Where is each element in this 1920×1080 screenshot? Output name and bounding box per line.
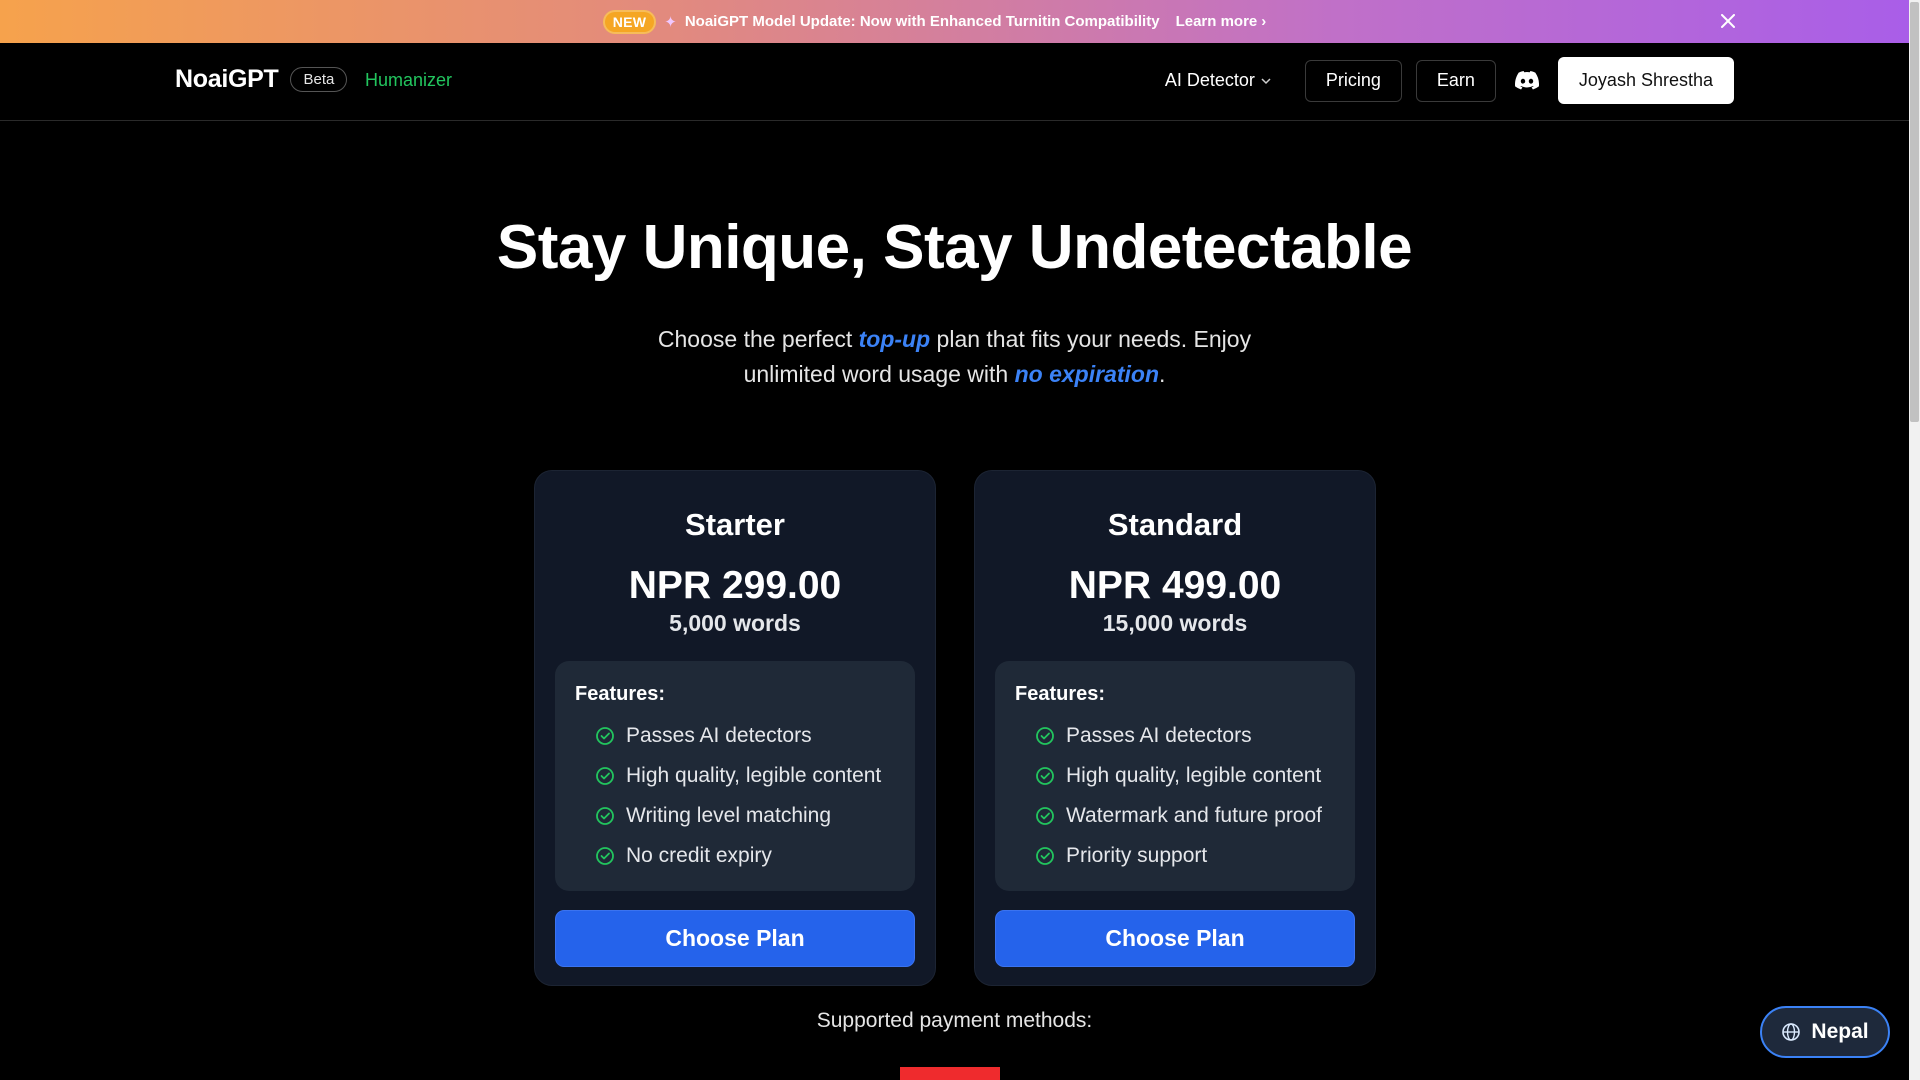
check-circle-icon xyxy=(1036,727,1054,745)
beta-badge: Beta xyxy=(290,67,348,92)
chevron-down-icon xyxy=(1261,74,1271,88)
feature-text: Priority support xyxy=(1066,844,1208,867)
top-nav: NoaiGPT Beta Humanizer AI Detector Prici… xyxy=(0,43,1909,121)
page-subtitle: Choose the perfect top-up plan that fits… xyxy=(0,322,1909,392)
learn-more-link[interactable]: Learn more › xyxy=(1176,13,1267,30)
list-item: Passes AI detectors xyxy=(1035,716,1322,756)
ai-detector-label: AI Detector xyxy=(1164,70,1255,90)
choose-plan-button[interactable]: Choose Plan xyxy=(995,910,1355,967)
sparkle-icon: ✦ xyxy=(664,13,677,31)
feature-list: Passes AI detectors High quality, legibl… xyxy=(1035,716,1322,876)
plan-words: 15,000 words xyxy=(1102,610,1248,636)
feature-text: High quality, legible content xyxy=(1066,764,1322,787)
scrollbar-thumb[interactable] xyxy=(1910,2,1919,422)
brand-logo-text[interactable]: NoaiGPT xyxy=(175,65,279,94)
subtitle-text: . xyxy=(1159,361,1166,387)
plan-price: NPR 299.00 xyxy=(628,564,842,607)
plan-price: NPR 499.00 xyxy=(1068,564,1282,607)
banner-text: NoaiGPT Model Update: Now with Enhanced … xyxy=(684,13,1160,30)
subtitle-highlight-topup: top-up xyxy=(858,326,931,352)
plan-name: Starter xyxy=(685,507,785,542)
pricing-button[interactable]: Pricing xyxy=(1304,59,1402,102)
feature-text: Passes AI detectors xyxy=(1066,724,1252,747)
feature-text: Watermark and future proof xyxy=(1066,804,1322,827)
check-circle-icon xyxy=(1036,847,1054,865)
check-circle-icon xyxy=(596,847,614,865)
payment-methods-label: Supported payment methods: xyxy=(816,1009,1093,1032)
subtitle-text: unlimited word usage with xyxy=(743,361,1015,387)
list-item: Writing level matching xyxy=(595,796,881,836)
list-item: Priority support xyxy=(1035,836,1322,876)
subtitle-text: plan that fits your needs. Enjoy xyxy=(930,326,1252,352)
nav-actions: AI Detector Pricing Earn Joyash Shrestha xyxy=(1165,57,1734,104)
features-box: Features: Passes AI detectors High quali… xyxy=(995,661,1355,891)
check-circle-icon xyxy=(596,807,614,825)
feature-text: No credit expiry xyxy=(626,844,772,867)
feature-list: Passes AI detectors High quality, legibl… xyxy=(595,716,881,876)
plan-words: 5,000 words xyxy=(669,610,801,636)
features-title: Features: xyxy=(575,683,666,705)
region-selector-button[interactable]: Nepal xyxy=(1760,1006,1890,1058)
subtitle-highlight-expiration: no expiration xyxy=(1014,361,1160,387)
globe-icon xyxy=(1782,1023,1801,1041)
nav-link-humanizer[interactable]: Humanizer xyxy=(365,70,452,91)
payment-method-logo xyxy=(900,1067,1000,1080)
check-circle-icon xyxy=(596,767,614,785)
list-item: High quality, legible content xyxy=(1035,756,1322,796)
new-badge: NEW xyxy=(602,9,657,34)
list-item: No credit expiry xyxy=(595,836,881,876)
list-item: Watermark and future proof xyxy=(1035,796,1322,836)
plan-card-standard: Standard NPR 499.00 15,000 words Feature… xyxy=(974,470,1376,986)
choose-plan-button[interactable]: Choose Plan xyxy=(555,910,915,967)
list-item: Passes AI detectors xyxy=(595,716,881,756)
learn-more-label: Learn more xyxy=(1175,13,1258,30)
brand[interactable]: NoaiGPT Beta xyxy=(175,65,348,94)
earn-button[interactable]: Earn xyxy=(1415,59,1496,102)
features-box: Features: Passes AI detectors High quali… xyxy=(555,661,915,891)
plan-card-starter: Starter NPR 299.00 5,000 words Features:… xyxy=(534,470,936,986)
subtitle-text: Choose the perfect xyxy=(657,326,859,352)
feature-text: High quality, legible content xyxy=(626,764,882,787)
page-title: Stay Unique, Stay Undetectable xyxy=(496,213,1413,282)
plan-name: Standard xyxy=(1107,507,1243,542)
region-label: Nepal xyxy=(1811,1020,1869,1043)
close-icon[interactable] xyxy=(1717,10,1739,32)
scrollbar[interactable] xyxy=(1909,0,1920,1080)
check-circle-icon xyxy=(1036,807,1054,825)
feature-text: Writing level matching xyxy=(626,804,832,827)
features-title: Features: xyxy=(1015,683,1106,705)
discord-icon[interactable] xyxy=(1514,68,1540,94)
check-circle-icon xyxy=(1036,767,1054,785)
chevron-right-icon: › xyxy=(1261,13,1267,30)
user-account-button[interactable]: Joyash Shrestha xyxy=(1557,57,1734,104)
feature-text: Passes AI detectors xyxy=(626,724,812,747)
check-circle-icon xyxy=(596,727,614,745)
ai-detector-dropdown[interactable]: AI Detector xyxy=(1165,70,1271,91)
announcement-banner: NEW ✦ NoaiGPT Model Update: Now with Enh… xyxy=(0,0,1909,43)
list-item: High quality, legible content xyxy=(595,756,881,796)
